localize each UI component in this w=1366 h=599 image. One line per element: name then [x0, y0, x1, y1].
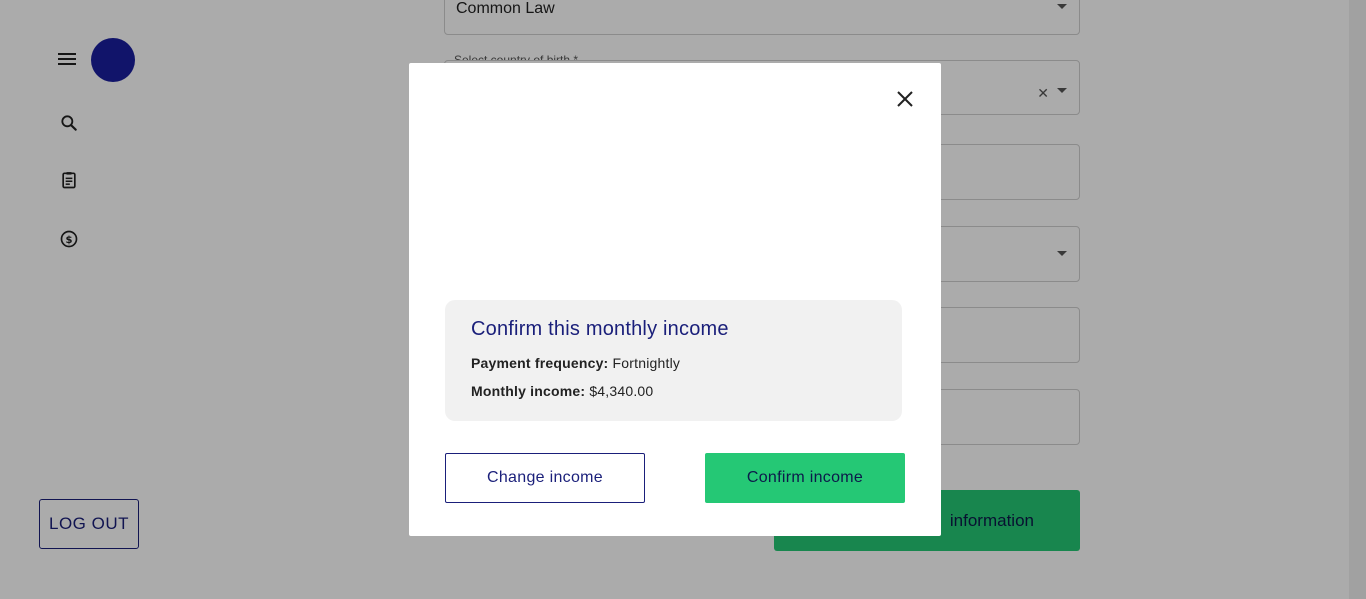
monthly-income-row: Monthly income: $4,340.00 [471, 383, 653, 399]
income-summary-box: Confirm this monthly income Payment freq… [445, 300, 902, 421]
payment-frequency-label: Payment frequency: [471, 355, 613, 371]
confirm-income-button[interactable]: Confirm income [705, 453, 905, 503]
payment-frequency-row: Payment frequency: Fortnightly [471, 355, 680, 371]
payment-frequency-value: Fortnightly [612, 355, 681, 371]
dialog-title: Confirm this monthly income [471, 318, 729, 340]
monthly-income-value: $4,340.00 [589, 383, 654, 399]
confirm-income-dialog: Confirm this monthly income Payment freq… [409, 63, 941, 536]
close-icon[interactable] [895, 89, 915, 109]
monthly-income-label: Monthly income: [471, 383, 590, 399]
change-income-button[interactable]: Change income [445, 453, 645, 503]
